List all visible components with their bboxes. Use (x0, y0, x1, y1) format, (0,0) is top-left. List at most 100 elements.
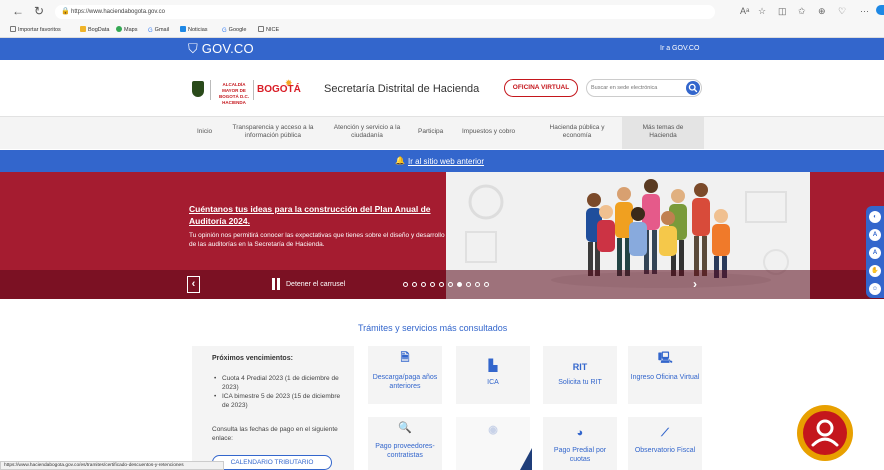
rit-icon: RIT (572, 362, 588, 372)
telescope-icon: ⟋ (661, 427, 669, 439)
collections-icon[interactable]: ⊕ (818, 5, 826, 17)
folder-icon (80, 26, 86, 32)
bookmark-maps[interactable]: Maps (116, 26, 137, 34)
import-icon (10, 26, 16, 32)
service-card-label: ICA (487, 379, 499, 386)
carousel-dot[interactable] (475, 282, 480, 287)
chat-bubble-icon[interactable]: ☺ (869, 283, 881, 295)
lock-icon: 🔒 (61, 8, 70, 15)
bogota-coat-of-arms-icon (192, 81, 204, 97)
colombia-shield-icon: ⛉ (188, 41, 198, 56)
favorites-icon[interactable]: ✩ (798, 5, 806, 17)
sign-language-icon[interactable]: ✋ (869, 265, 881, 277)
back-arrow-icon[interactable]: ← (12, 4, 24, 18)
bookmark-bogdata[interactable]: BogData (80, 26, 109, 34)
logo-divider (210, 80, 211, 100)
maps-pin-icon (116, 26, 122, 32)
services-section-title: Trámites y servicios más consultados (358, 323, 508, 333)
vencimientos-list: Cuota 4 Predial 2023 (1 de diciembre de … (214, 375, 344, 411)
carousel-next-button[interactable]: › (693, 276, 697, 292)
reload-icon[interactable]: ↻ (34, 4, 44, 18)
search-input[interactable] (591, 83, 679, 93)
previous-site-link[interactable]: Ir al sitio web anterior (408, 157, 484, 167)
document-icon: 🗎 (400, 352, 410, 364)
gov-bar (0, 38, 884, 60)
user-avatar-icon (803, 411, 847, 455)
placeholder-icon: ◉ (488, 424, 498, 436)
nav-item-impuestos[interactable]: Impuestos y cobro (462, 128, 515, 136)
bookmark-import[interactable]: Importar favoritos (10, 26, 61, 34)
service-card-label: Observatorio Fiscal (634, 447, 696, 454)
page-icon (258, 26, 264, 32)
carousel-dot[interactable] (457, 282, 462, 287)
search-button[interactable] (686, 81, 700, 95)
vencimientos-title: Próximos vencimientos: (212, 355, 293, 362)
stop-carousel-button[interactable]: Detener el carrusel (286, 280, 345, 289)
banner-description: Tu opinión nos permitirá conocer las exp… (189, 232, 445, 248)
split-screen-icon[interactable]: ◫ (778, 5, 787, 17)
site-title: Secretaría Distrital de Hacienda (324, 83, 480, 95)
search-icon (688, 83, 698, 93)
service-card-label: Pago proveedores-contratistas (375, 443, 435, 459)
read-aloud-icon[interactable]: Aᵃ (740, 5, 749, 17)
logo-divider (253, 80, 254, 100)
news-icon (180, 26, 186, 32)
gov-co-logo[interactable]: ⛉ GOV.CO (188, 41, 254, 57)
nav-item-inicio[interactable]: Inicio (197, 128, 212, 136)
list-item: Cuota 4 Predial 2023 (1 de diciembre de … (214, 375, 344, 392)
bookmark-gmail[interactable]: G Gmail (148, 26, 169, 35)
bookmark-noticias[interactable]: Noticias (180, 26, 208, 34)
extensions-icon[interactable]: ♡ (838, 5, 846, 17)
carousel-dot[interactable] (448, 282, 453, 287)
search-coin-icon: 🔍 (398, 422, 412, 434)
oficina-virtual-button[interactable]: OFICINA VIRTUAL (504, 79, 578, 97)
service-card-observatorio[interactable] (628, 417, 702, 470)
nav-item-mas-temas[interactable]: Más temas de Hacienda (632, 124, 694, 140)
factory-icon: ▙ (488, 360, 498, 372)
nav-item-transparencia[interactable]: Transparencia y acceso a la información … (226, 124, 320, 140)
carousel-prev-button[interactable]: ‹ (187, 276, 200, 293)
list-item: ICA bimestre 5 de 2023 (15 de diciembre … (214, 393, 344, 410)
copilot-icon[interactable] (876, 5, 884, 15)
carousel-dot[interactable] (484, 282, 489, 287)
carousel-dot[interactable] (430, 282, 435, 287)
bogota-logo-text[interactable]: BOGOTÁ (257, 84, 301, 96)
bookmark-google[interactable]: G Google (222, 26, 246, 35)
bogota-sun-icon: ✸ (285, 78, 293, 88)
status-bar-url: https://www.haciendabogota.gov.co/es/tra… (0, 461, 224, 470)
nav-item-atencion[interactable]: Atención y servicio a la ciudadanía (328, 124, 406, 140)
favorite-star-icon[interactable]: ☆ (758, 5, 766, 17)
service-card-label: Descarga/paga años anteriores (372, 374, 438, 390)
pie-chart-icon: ◕ (576, 427, 584, 439)
decrease-font-icon[interactable]: A (869, 229, 881, 241)
address-url[interactable]: https://www.haciendabogota.gov.co (71, 6, 165, 18)
contrast-icon[interactable]: ◐ (869, 211, 881, 223)
vencimientos-note: Consulta las fechas de pago en el siguie… (212, 426, 338, 442)
more-menu-icon[interactable]: ⋯ (860, 5, 869, 17)
nav-item-participa[interactable]: Participa (418, 128, 443, 136)
alcaldia-logo-text[interactable]: ALCALDÍA MAYOR DE BOGOTÁ D.C. HACIENDA (218, 82, 250, 106)
bookmarks-bar: Importar favoritos BogData Maps G Gmail N… (0, 22, 884, 38)
carousel-dot[interactable] (403, 282, 408, 287)
service-card-label: Solicita tu RIT (558, 379, 602, 386)
chevron-left-icon: ‹ (191, 278, 196, 290)
bookmark-nice[interactable]: NICE (258, 26, 279, 34)
carousel-dot[interactable] (421, 282, 426, 287)
carousel-dot[interactable] (439, 282, 444, 287)
calendario-tributario-button[interactable]: CALENDARIO TRIBUTARIO (212, 455, 332, 470)
service-card-label: Ingreso Oficina Virtual (630, 374, 700, 381)
pause-icon[interactable] (272, 278, 281, 290)
service-card-ica[interactable] (456, 346, 530, 404)
carousel-dot[interactable] (466, 282, 471, 287)
nav-item-hacienda-publica[interactable]: Hacienda pública y economía (540, 124, 614, 140)
computer-icon: 🖳 (658, 352, 673, 364)
carousel-dot[interactable] (412, 282, 417, 287)
chevron-right-icon: › (693, 277, 697, 291)
google-g-icon: G (222, 28, 227, 34)
banner-title-link[interactable]: Cuéntanos tus ideas para la construcción… (189, 203, 445, 227)
bell-icon: 🔔 (395, 156, 405, 165)
increase-font-icon[interactable]: A (869, 247, 881, 259)
service-card-label: Pago Predial por cuotas (553, 447, 607, 463)
go-to-gov-co-link[interactable]: Ir a GOV.CO (660, 44, 699, 54)
service-card-rit[interactable] (543, 346, 617, 404)
